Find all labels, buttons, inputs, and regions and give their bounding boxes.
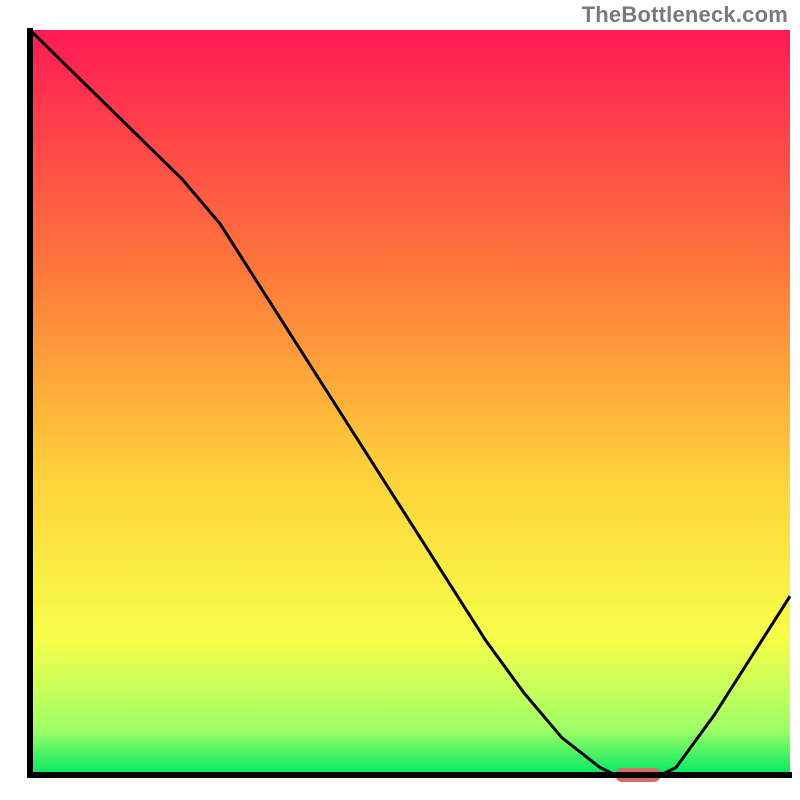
- chart-container: { "watermark": "TheBottleneck.com", "col…: [0, 0, 800, 800]
- bottleneck-chart: [0, 0, 800, 800]
- watermark-text: TheBottleneck.com: [582, 2, 788, 28]
